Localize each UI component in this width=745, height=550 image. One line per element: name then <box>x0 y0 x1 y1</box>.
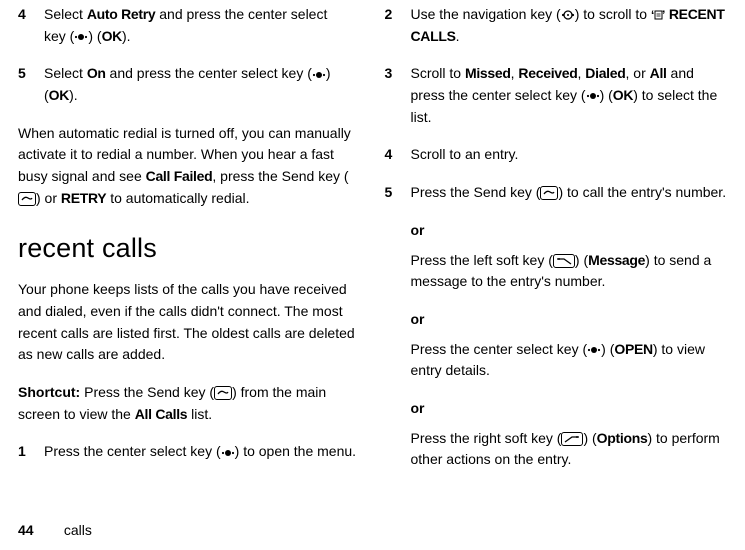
paragraph-recent-description: Your phone keeps lists of the calls you … <box>18 279 361 366</box>
text: ) ( <box>583 430 596 446</box>
page-columns: 4 Select Auto Retry and press the center… <box>0 0 745 505</box>
step-number: 5 <box>18 63 44 106</box>
center-select-icon <box>587 343 601 356</box>
label-ok: OK <box>613 87 633 103</box>
label-on: On <box>87 65 106 81</box>
or-divider: or <box>411 220 728 242</box>
text: Select <box>44 65 87 81</box>
step-1-left: 1 Press the center select key ( ) to open… <box>18 441 361 463</box>
step-number: 2 <box>385 4 411 47</box>
text: ) ( <box>601 341 614 357</box>
text: Press the left soft key ( <box>411 252 553 268</box>
step-body: Press the center select key ( ) to open t… <box>44 441 361 463</box>
label-all-calls: All Calls <box>135 406 188 422</box>
step-5-right: 5 Press the Send key ( ) to call the entr… <box>385 182 728 471</box>
page-footer: 44 calls <box>18 520 92 542</box>
or-divider: or <box>411 398 728 420</box>
right-softkey-icon <box>561 432 583 446</box>
text: list. <box>187 406 212 422</box>
or-divider: or <box>411 309 728 331</box>
navigation-key-icon <box>561 9 575 22</box>
svg-text:‘: ‘ <box>651 9 654 21</box>
paragraph-shortcut: Shortcut: Press the Send key () from the… <box>18 382 361 425</box>
center-select-icon <box>74 30 88 43</box>
label-all: All <box>650 65 667 81</box>
text: ) or <box>36 190 61 206</box>
send-key-icon <box>540 186 558 200</box>
left-column: 4 Select Auto Retry and press the center… <box>0 4 373 505</box>
step-2-right: 2 Use the navigation key ( ) to scroll to… <box>385 4 728 47</box>
step-number: 1 <box>18 441 44 463</box>
label-ok: OK <box>49 87 69 103</box>
label-missed: Missed <box>465 65 511 81</box>
label-auto-retry: Auto Retry <box>87 6 156 22</box>
text: Press the center select key ( <box>44 443 221 459</box>
text: to automatically redial. <box>106 190 249 206</box>
step-body: Press the Send key ( ) to call the entry'… <box>411 182 728 471</box>
step-3-right: 3 Scroll to Missed, Received, Dialed, or… <box>385 63 728 128</box>
label-message: Message <box>588 252 645 268</box>
center-select-icon <box>586 90 600 103</box>
menu-icon: ‘’ <box>651 9 665 22</box>
text: . <box>456 28 460 44</box>
page-number: 44 <box>18 520 60 542</box>
step5-line3: Press the center select key () (OPEN) to… <box>411 339 728 382</box>
text: Scroll to <box>411 65 465 81</box>
send-key-icon <box>18 192 36 206</box>
text: Scroll to an entry. <box>411 146 519 162</box>
text: ). <box>69 87 78 103</box>
text: ) to call the entry's number. <box>558 184 726 200</box>
label-shortcut: Shortcut: <box>18 384 80 400</box>
center-select-icon <box>312 68 326 81</box>
label-dialed: Dialed <box>585 65 625 81</box>
send-key-icon <box>214 386 232 400</box>
step-body: Select On and press the center select ke… <box>44 63 361 106</box>
step-4-right: 4 Scroll to an entry. <box>385 144 728 166</box>
step-number: 3 <box>385 63 411 128</box>
text: and press the center select key ( <box>106 65 312 81</box>
label-ok: OK <box>102 28 122 44</box>
text: Press the Send key ( <box>411 184 541 200</box>
text: Select <box>44 6 87 22</box>
left-softkey-icon <box>553 254 575 268</box>
step5-line1: Press the Send key ( ) to call the entry'… <box>411 182 728 204</box>
text: , or <box>626 65 650 81</box>
text: ) ( <box>575 252 588 268</box>
step-number: 4 <box>385 144 411 166</box>
step-body: Select Auto Retry and press the center s… <box>44 4 361 47</box>
step-body: Scroll to an entry. <box>411 144 728 166</box>
step-body: Use the navigation key ( ) to scroll to ‘… <box>411 4 728 47</box>
text: ) ( <box>88 28 101 44</box>
step-number: 4 <box>18 4 44 47</box>
text: ) ( <box>600 87 613 103</box>
step-4-left: 4 Select Auto Retry and press the center… <box>18 4 361 47</box>
text: , press the Send key ( <box>212 168 348 184</box>
center-select-icon <box>221 446 235 459</box>
text: Press the Send key ( <box>80 384 214 400</box>
heading-recent-calls: recent calls <box>18 228 361 270</box>
text: ). <box>122 28 131 44</box>
step5-line2: Press the left soft key () (Message) to … <box>411 250 728 293</box>
step-body: Scroll to Missed, Received, Dialed, or A… <box>411 63 728 128</box>
label-open: OPEN <box>614 341 652 357</box>
section-name: calls <box>64 522 92 538</box>
paragraph-redial: When automatic redial is turned off, you… <box>18 123 361 210</box>
right-column: 2 Use the navigation key ( ) to scroll to… <box>373 4 745 505</box>
text: Press the right soft key ( <box>411 430 562 446</box>
step-5-left: 5 Select On and press the center select … <box>18 63 361 106</box>
text: Use the navigation key ( <box>411 6 561 22</box>
label-call-failed: Call Failed <box>146 168 213 184</box>
step5-line4: Press the right soft key () (Options) to… <box>411 428 728 471</box>
label-retry: RETRY <box>61 190 106 206</box>
text: ) to scroll to <box>575 6 651 22</box>
label-options: Options <box>597 430 648 446</box>
step-number: 5 <box>385 182 411 471</box>
text: ) to open the menu. <box>235 443 356 459</box>
text: Press the center select key ( <box>411 341 588 357</box>
label-received: Received <box>518 65 577 81</box>
